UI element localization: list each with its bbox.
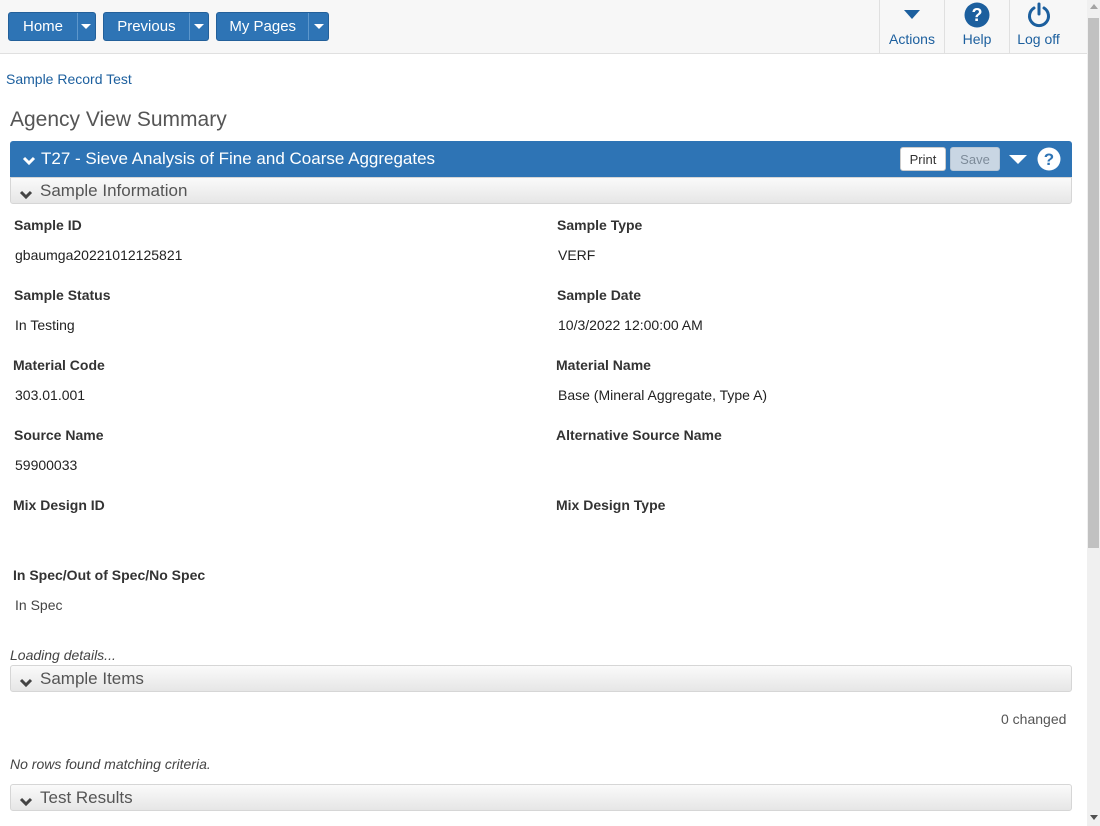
material-code-label: Material Code [13,357,105,373]
scroll-up-icon[interactable] [1090,4,1098,9]
logoff-button[interactable]: Log off [1009,0,1067,53]
sample-id-label: Sample ID [14,217,82,233]
collapse-chevron-icon[interactable] [22,153,36,171]
home-button-group: Home [8,12,96,41]
home-button[interactable]: Home [9,13,78,40]
material-code-value: 303.01.001 [15,387,86,403]
power-icon [1026,2,1052,31]
help-icon: ? [964,2,990,31]
previous-dropdown-icon[interactable] [190,13,208,40]
source-name-value: 59900033 [15,457,78,473]
section-title: Test Results [40,788,133,807]
previous-button-group: Previous [103,12,209,41]
source-name-label: Source Name [14,427,104,443]
page-title: Agency View Summary [10,108,227,131]
home-dropdown-icon[interactable] [78,13,95,40]
sample-type-label: Sample Type [557,217,643,233]
svg-text:?: ? [1044,150,1054,169]
panel-help-icon[interactable]: ? [1037,147,1061,176]
sample-type-value: VERF [558,247,596,263]
svg-text:?: ? [972,5,983,25]
section-title: Sample Information [40,181,188,200]
panel-menu-icon[interactable] [1009,155,1027,164]
print-button[interactable]: Print [900,147,946,171]
spec-status-value: In Spec [15,597,63,613]
my-pages-dropdown-icon[interactable] [309,13,328,40]
mix-design-type-label: Mix Design Type [556,497,666,513]
chevron-down-icon [19,187,33,205]
sample-status-value: In Testing [15,317,75,333]
logoff-label: Log off [1017,31,1060,47]
breadcrumb-link[interactable]: Sample Record Test [6,71,132,87]
my-pages-button-group: My Pages [216,12,329,41]
sample-status-label: Sample Status [14,287,111,303]
section-sample-items[interactable]: Sample Items [10,665,1072,692]
changed-count: 0 changed [1001,711,1067,727]
actions-menu[interactable]: Actions [879,0,944,53]
spec-status-label: In Spec/Out of Spec/No Spec [13,567,206,583]
previous-button[interactable]: Previous [104,13,190,40]
my-pages-button[interactable]: My Pages [217,13,310,40]
material-name-value: Base (Mineral Aggregate, Type A) [558,387,768,403]
help-button[interactable]: ? Help [944,0,1009,53]
caret-down-icon [902,2,922,25]
material-name-label: Material Name [556,357,651,373]
panel-title[interactable]: T27 - Sieve Analysis of Fine and Coarse … [41,149,435,169]
loading-text: Loading details... [10,647,116,663]
section-title: Sample Items [40,669,144,688]
section-sample-information[interactable]: Sample Information [10,177,1072,204]
scrollbar-thumb[interactable] [1088,18,1099,548]
alt-source-name-label: Alternative Source Name [556,427,722,443]
top-toolbar: Home Previous My Pages Actions ? Help Lo… [0,0,1087,54]
save-button[interactable]: Save [950,147,1000,171]
section-test-results[interactable]: Test Results [10,784,1072,811]
mix-design-id-label: Mix Design ID [13,497,105,513]
chevron-down-icon [19,675,33,693]
actions-label: Actions [889,31,935,47]
panel-header: T27 - Sieve Analysis of Fine and Coarse … [10,141,1072,177]
scroll-down-icon[interactable] [1090,815,1098,820]
sample-date-label: Sample Date [557,287,642,303]
sample-date-value: 10/3/2022 12:00:00 AM [558,317,703,333]
no-rows-text: No rows found matching criteria. [10,756,211,772]
sample-id-value: gbaumga20221012125821 [15,247,183,263]
help-label: Help [962,31,992,47]
chevron-down-icon [19,794,33,812]
